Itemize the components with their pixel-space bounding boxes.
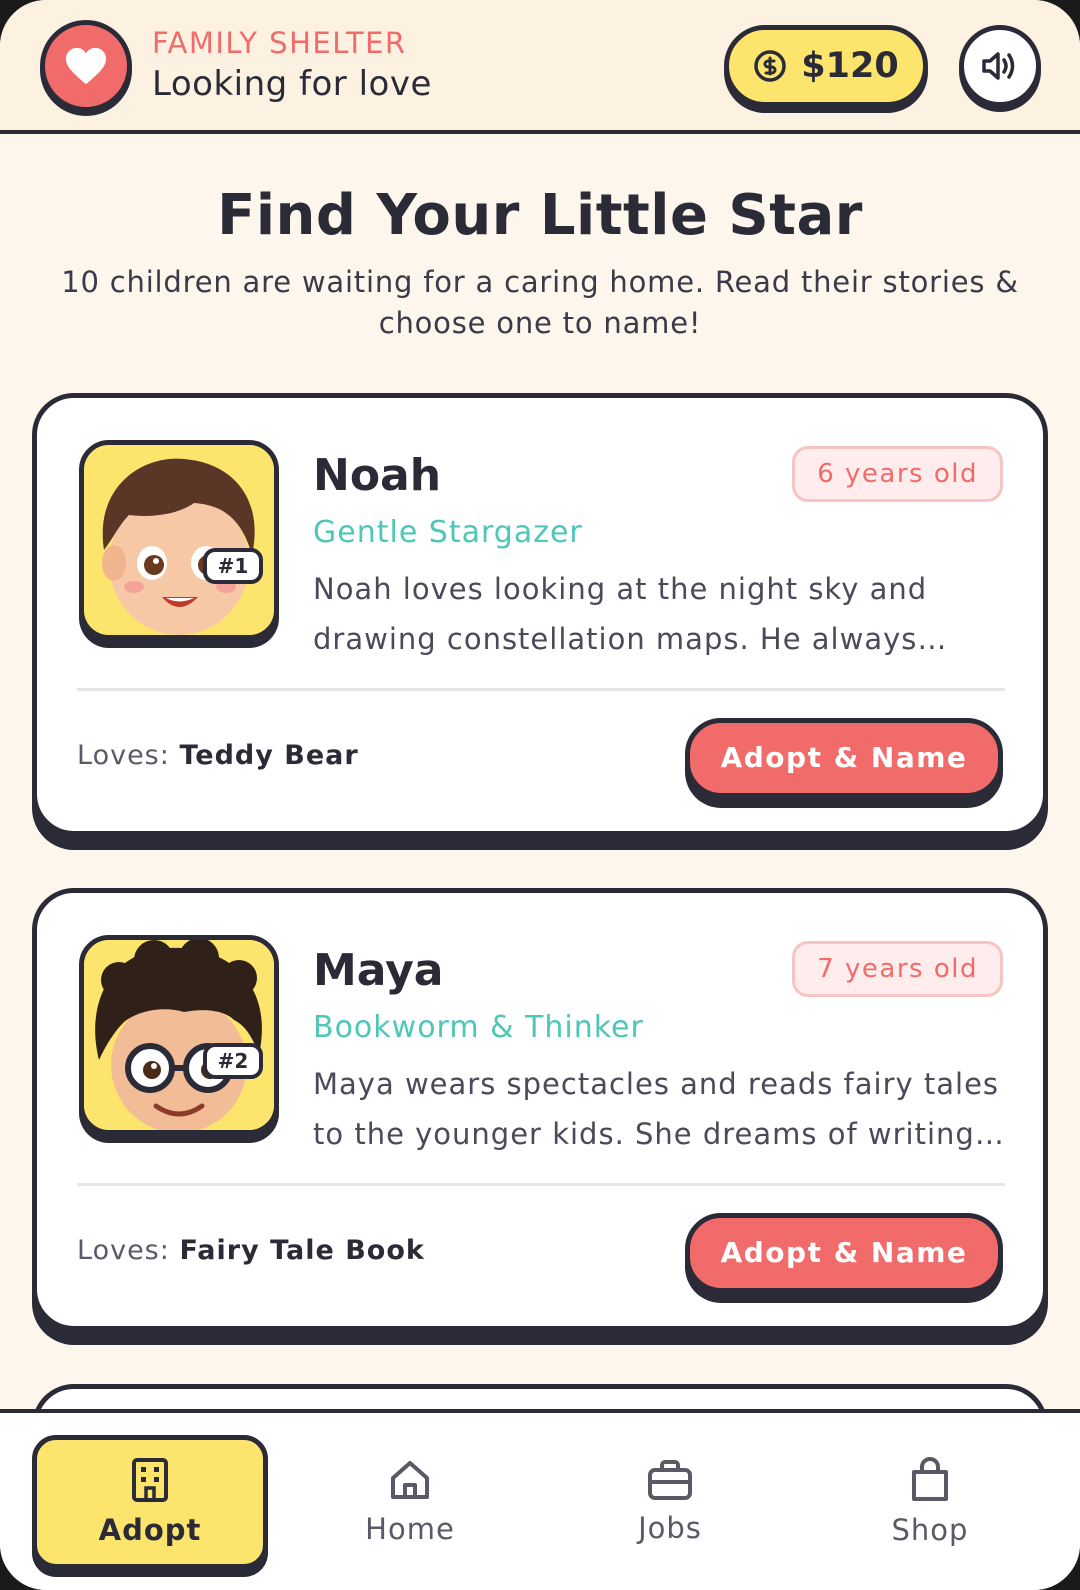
coin-icon: [754, 50, 787, 82]
child-tagline: Gentle Stargazer: [313, 515, 583, 550]
top-bar: FAMILY SHELTER Looking for love $120: [0, 0, 1080, 134]
heart-icon: [40, 20, 132, 112]
page-title: Find Your Little Star: [217, 183, 863, 248]
shopping-bag-icon: [912, 1457, 948, 1501]
child-number-badge: #2: [203, 1043, 263, 1079]
page-subtitle: 10 children are waiting for a caring hom…: [61, 265, 1019, 340]
card-divider: [77, 1183, 1005, 1186]
nav-label: Shop: [891, 1513, 969, 1547]
header-title: Looking for love: [152, 64, 432, 104]
nav-item-home[interactable]: Home: [292, 1435, 528, 1569]
adopt-and-name-button[interactable]: Adopt & Name: [685, 718, 1003, 798]
child-story: Maya wears spectacles and reads fairy ta…: [313, 1067, 1005, 1151]
child-card: #1 Noah 6 years old Gentle Stargazer Noa…: [32, 393, 1048, 836]
coin-amount: $120: [801, 46, 899, 86]
loves-line: Loves: Teddy Bear: [77, 740, 359, 771]
speaker-icon: [982, 52, 1015, 80]
nav-item-shop[interactable]: Shop: [812, 1435, 1048, 1569]
child-card: #2 Maya 7 years old Bookworm & Thinker M…: [32, 888, 1048, 1331]
child-name: Maya: [313, 945, 444, 996]
sound-toggle-button[interactable]: [959, 25, 1041, 107]
child-avatar: [79, 935, 279, 1135]
app-screen: FAMILY SHELTER Looking for love $120 Fin…: [0, 0, 1080, 1590]
home-icon: [391, 1461, 429, 1499]
age-badge: 6 years old: [792, 446, 1003, 502]
loves-value: Fairy Tale Book: [179, 1235, 425, 1266]
bottom-nav: Adopt Home Jobs Shop: [0, 1409, 1080, 1590]
age-badge: 7 years old: [792, 941, 1003, 997]
loves-label: Loves:: [77, 740, 170, 771]
child-story: Noah loves looking at the night sky and …: [313, 572, 948, 656]
coin-balance[interactable]: $120: [724, 25, 928, 107]
child-avatar: [79, 440, 279, 640]
nav-item-adopt[interactable]: Adopt: [32, 1435, 268, 1569]
briefcase-icon: [648, 1460, 692, 1500]
shelter-kicker: FAMILY SHELTER: [152, 26, 407, 60]
loves-label: Loves:: [77, 1235, 170, 1266]
card-divider: [77, 688, 1005, 691]
nav-label: Jobs: [638, 1511, 702, 1545]
child-tagline: Bookworm & Thinker: [313, 1010, 644, 1045]
loves-line: Loves: Fairy Tale Book: [77, 1235, 425, 1266]
loves-value: Teddy Bear: [179, 740, 359, 771]
nav-label: Adopt: [98, 1513, 202, 1547]
building-icon: [132, 1458, 168, 1502]
child-number-badge: #1: [203, 548, 263, 584]
nav-label: Home: [365, 1512, 455, 1546]
nav-item-jobs[interactable]: Jobs: [552, 1435, 788, 1569]
child-name: Noah: [313, 450, 442, 501]
adopt-and-name-button[interactable]: Adopt & Name: [685, 1213, 1003, 1293]
